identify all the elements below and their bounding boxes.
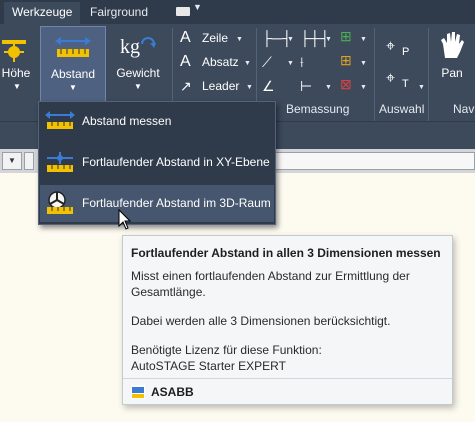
chevron-down-icon: ▼	[193, 2, 202, 12]
tooltip-description-line: Gesamtlänge.	[131, 285, 206, 299]
chevron-down-icon: ▼	[134, 82, 142, 91]
hand-icon	[441, 32, 464, 58]
chevron-down-icon: ▼	[287, 60, 294, 67]
dimension-update-icon[interactable]: ⊞	[340, 52, 352, 69]
chevron-down-icon: ▼	[325, 36, 332, 43]
chevron-down-icon: ▼	[236, 36, 243, 43]
abstand-dropdown-menu: Abstand messen Fortlaufender Abstand in …	[38, 101, 276, 225]
text-absatz-label: Absatz	[202, 55, 239, 69]
tooltip: Fortlaufender Abstand in allen 3 Dimensi…	[122, 235, 453, 405]
asabb-logo-icon	[131, 385, 145, 399]
ribbon-tab-bar: Werkzeuge Fairground ▼	[0, 0, 475, 24]
menu-item-label: Fortlaufender Abstand in XY-Ebene	[82, 155, 270, 169]
menu-item-label: Abstand messen	[82, 114, 172, 128]
tooltip-description-line: Misst einen fortlaufenden Abstand zur Er…	[131, 269, 410, 283]
menu-item-fortlaufend-xy[interactable]: Fortlaufender Abstand in XY-Ebene	[40, 144, 274, 181]
angular-dimension-icon[interactable]: ∠	[262, 78, 275, 95]
select-type-icon[interactable]: ⌖	[386, 70, 395, 88]
text-zeile-button[interactable]: A Zeile ▼	[180, 28, 244, 48]
abstand-label: Abstand	[50, 67, 96, 81]
weight-unit: kg	[120, 36, 140, 58]
measure-distance-icon	[45, 111, 75, 129]
gewicht-label: Gewicht	[116, 66, 160, 80]
text-absatz-button[interactable]: A Absatz ▼	[180, 52, 252, 72]
tooltip-divider	[123, 378, 452, 379]
continuous-distance-xy-icon	[47, 152, 73, 172]
add-dimension-icon[interactable]: ⊞	[340, 28, 352, 45]
workspace-icon	[176, 7, 190, 16]
chevron-down-icon: ▼	[69, 83, 77, 92]
text-paragraph-icon: A	[180, 53, 191, 70]
menu-item-fortlaufend-3d[interactable]: Fortlaufender Abstand im 3D-Raum	[40, 185, 274, 222]
rotate-arrow-icon	[141, 37, 156, 48]
chevron-down-icon: ▼	[360, 84, 367, 91]
text-leader-button[interactable]: ↗ Leader ▼	[180, 76, 254, 96]
dimension-style-icon[interactable]: ⊢	[300, 78, 312, 95]
text-leader-label: Leader	[202, 79, 240, 93]
chevron-down-icon: ▼	[325, 84, 332, 91]
chevron-down-icon: ▼	[246, 84, 253, 91]
chevron-down-icon: ▼	[360, 60, 367, 67]
panel-label-auswahl: Auswahl	[379, 102, 425, 116]
chevron-down-icon: ▼	[13, 82, 21, 91]
tape-measure-icon	[55, 37, 91, 57]
aligned-dimension-icon[interactable]: ⟋	[262, 54, 272, 71]
tooltip-license-value: AutoSTAGE Starter EXPERT	[131, 359, 286, 373]
text-zeile-label: Zeile	[202, 31, 229, 45]
hoehe-label: Höhe	[1, 66, 31, 80]
menu-item-label: Fortlaufender Abstand im 3D-Raum	[82, 196, 271, 210]
tooltip-title: Fortlaufender Abstand in allen 3 Dimensi…	[131, 246, 441, 260]
chevron-down-icon: ▼	[244, 60, 251, 67]
chevron-down-icon: ▼	[360, 36, 367, 43]
pan-label: Pan	[441, 66, 463, 80]
tooltip-brand: ASABB	[151, 385, 194, 399]
weight-icon: kg	[120, 34, 156, 62]
panel-label-bemassung: Bemassung	[286, 102, 350, 116]
menu-item-abstand-messen[interactable]: Abstand messen	[40, 103, 274, 140]
panel-label-nav: Nav	[453, 102, 475, 116]
workspace-switcher[interactable]: ▼	[172, 2, 202, 20]
dimension-edit-icon[interactable]: ⟊	[300, 54, 304, 71]
leader-icon: ↗	[180, 78, 192, 94]
layer-toggle[interactable]	[24, 152, 34, 170]
chevron-down-icon: ▼	[418, 84, 425, 91]
mouse-cursor-icon	[118, 209, 132, 230]
text-line-icon: A	[180, 29, 191, 46]
select-type-label-icon: T	[402, 78, 409, 90]
select-point-label-icon: P	[402, 46, 410, 58]
chevron-down-icon: ▼	[287, 36, 294, 43]
continuous-distance-3d-icon	[47, 191, 73, 214]
tab-fairground[interactable]: Fairground	[82, 2, 156, 24]
tooltip-detail: Dabei werden alle 3 Dimensionen berücksi…	[131, 314, 391, 328]
properties-field[interactable]	[268, 152, 475, 170]
tooltip-license-label: Benötigte Lizenz für diese Funktion:	[131, 343, 322, 357]
remove-dimension-icon[interactable]: ⊠	[340, 76, 352, 93]
tab-werkzeuge[interactable]: Werkzeuge	[4, 2, 81, 24]
chevron-down-icon: ▼	[8, 156, 16, 165]
height-icon	[2, 40, 26, 62]
select-point-icon[interactable]: ⌖	[386, 38, 395, 56]
layer-dropdown[interactable]: ▼	[2, 152, 22, 170]
